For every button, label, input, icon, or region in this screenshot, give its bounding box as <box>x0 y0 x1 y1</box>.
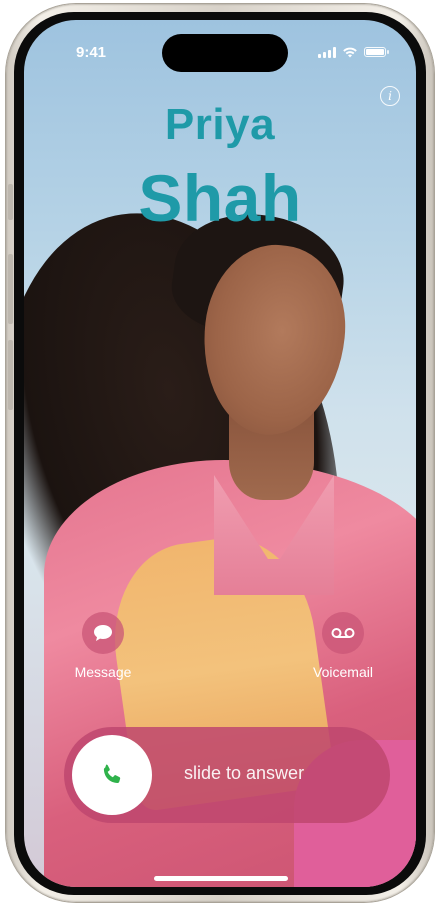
status-icons <box>318 45 389 59</box>
message-label: Message <box>74 664 132 680</box>
incoming-call-screen: 9:41 i Priya Shah Message Voicemail slid… <box>24 20 416 887</box>
caller-last-name: Shah <box>138 161 302 235</box>
phone-icon <box>103 764 121 784</box>
answer-call-knob[interactable] <box>72 735 152 815</box>
battery-icon <box>364 47 389 57</box>
slide-to-answer-track[interactable]: slide to answer <box>64 727 390 823</box>
message-action[interactable]: Message <box>58 612 148 680</box>
voicemail-icon <box>331 628 355 638</box>
status-time: 9:41 <box>76 44 107 61</box>
cellular-signal-icon <box>318 46 336 58</box>
home-indicator[interactable] <box>154 876 288 881</box>
mute-switch <box>8 184 13 220</box>
voicemail-button[interactable] <box>322 612 364 654</box>
message-button[interactable] <box>82 612 124 654</box>
wifi-icon <box>343 47 357 57</box>
voicemail-label: Voicemail <box>313 664 373 680</box>
caller-first-name: Priya <box>164 100 276 149</box>
dynamic-island <box>162 34 288 72</box>
slide-to-answer-label: slide to answer <box>184 763 305 783</box>
voicemail-action[interactable]: Voicemail <box>298 612 388 680</box>
message-bubble-icon <box>94 625 112 641</box>
status-bar: 9:41 <box>24 20 416 74</box>
volume-down-button <box>8 340 13 410</box>
volume-up-button <box>8 254 13 324</box>
